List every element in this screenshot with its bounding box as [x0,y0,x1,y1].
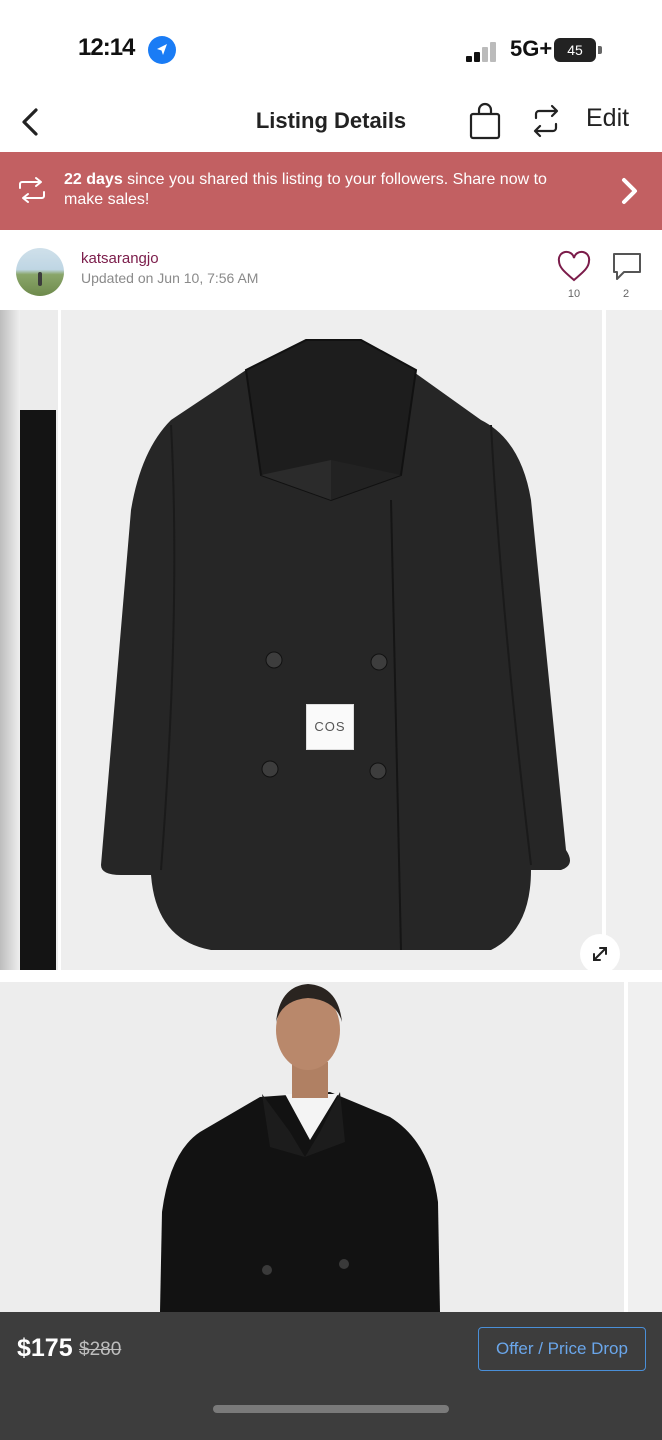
share-arrows-icon [533,104,559,138]
like-button[interactable] [556,250,592,284]
banner-text: since you shared this listing to your fo… [64,171,547,208]
signal-icon [466,40,502,62]
network-label: 5G+ [510,36,553,61]
coat-image [101,339,570,951]
back-chevron-icon [22,108,38,136]
heart-icon [557,250,591,282]
shopping-bag-icon [469,102,501,140]
seller-row: katsarangjo Updated on Jun 10, 7:56 AM 1… [0,238,662,306]
offer-price-drop-button[interactable]: Offer / Price Drop [478,1327,646,1371]
main-photo[interactable] [61,310,602,970]
battery-cap [598,46,602,54]
expand-icon [593,947,607,961]
next-photo-second-row [628,982,662,1312]
comment-count: 2 [622,288,630,300]
status-time: 12:14 [78,34,135,61]
banner-message: 22 days since you shared this listing to… [64,170,584,210]
second-photo[interactable] [0,982,624,1312]
nav-bar: Listing Details Edit [0,96,662,150]
brand-label: COS [306,704,354,750]
previous-photo[interactable] [0,310,58,970]
share-reminder-banner[interactable]: 22 days since you shared this listing to… [0,152,662,230]
home-indicator [213,1405,449,1413]
photo-gallery[interactable]: COS [0,310,662,1312]
updated-timestamp: Updated on Jun 10, 7:56 AM [81,270,259,286]
location-arrow-icon [148,36,176,64]
share-button[interactable] [528,102,564,140]
comment-icon [613,253,641,280]
back-button[interactable] [14,102,48,142]
next-photo[interactable] [606,310,662,970]
comment-button[interactable] [610,250,644,282]
expand-photo-button[interactable] [580,934,620,974]
repost-icon [16,176,48,204]
edit-button[interactable]: Edit [586,104,629,133]
like-count: 10 [567,288,581,300]
seller-username[interactable]: katsarangjo [81,250,159,267]
shopping-bag-button[interactable] [467,100,503,142]
banner-highlight: 22 days [64,171,123,188]
purchase-bar: $175 $280 Offer / Price Drop [0,1312,662,1440]
battery-icon: 45 [554,38,596,62]
avatar[interactable] [16,248,64,296]
model-photo [160,984,440,1312]
price: $175 [17,1334,73,1362]
status-bar: 12:14 5G+ 45 [0,0,662,96]
original-price: $280 [79,1339,122,1360]
chevron-right-icon [618,176,640,206]
